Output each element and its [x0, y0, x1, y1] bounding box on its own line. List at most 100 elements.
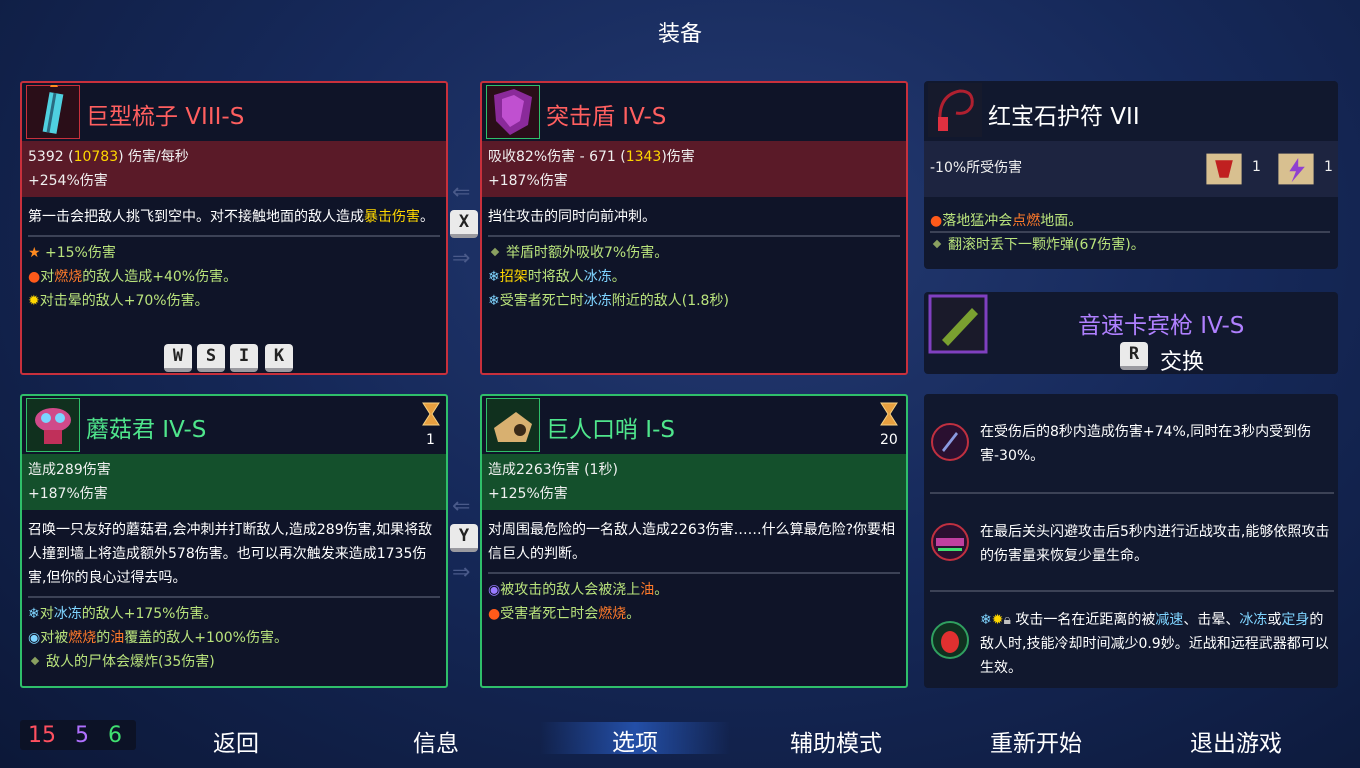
amulet-card[interactable]: 红宝石护符 VII -10%所受伤害 1 1 ●落地猛冲会点燃地面。 翻滚时丢下… [924, 81, 1338, 269]
bottom-menu: 返回 信息 选项 辅助模式 重新开始 退出游戏 [0, 704, 1360, 768]
info-button[interactable]: 信息 [356, 724, 516, 758]
bullet-icon [932, 239, 942, 249]
ruby-amulet-icon [928, 83, 982, 137]
skill-modifiers: ❄对冰冻的敌人+175%伤害。 ◉对被燃烧的油覆盖的敌人+100%伤害。 敌人的… [22, 598, 446, 678]
page-title: 装备 [657, 22, 702, 47]
modifier: ◉对被燃烧的油覆盖的敌人+100%伤害。 [28, 630, 288, 646]
weapon-description: 挡住攻击的同时向前冲刺。 [488, 209, 656, 225]
oil-icon: ◉ [28, 630, 41, 646]
backpack-card[interactable]: 音速卡宾枪 IV-S R 交换 [924, 292, 1338, 376]
dps-value: 5392 [28, 149, 64, 165]
mutation-text: 在受伤后的8秒内造成伤害+74%,同时在3秒内受到伤害-30%。 [980, 424, 1312, 464]
cooldown-value: 1 [426, 432, 435, 448]
weapon-name: 突击盾 IV-S [546, 104, 667, 130]
weapon-card-primary[interactable]: 巨型梳子 VIII-S 5392 (10783) 伤害/每秒 +254%伤害 第… [20, 81, 448, 375]
modifier: ❄招架时将敌人冰冻。 [488, 269, 626, 285]
swap-label[interactable]: 交换 [1160, 344, 1204, 376]
amulet-stat: -10%所受伤害 [930, 160, 1023, 176]
card-header: 蘑菇君 IV-S [22, 396, 446, 454]
modifier: 翻滚时丢下一颗炸弹(67伤害)。 [930, 233, 1332, 257]
dps-crit-value: 10783 [73, 149, 119, 165]
weapon-stats: 5392 (10783) 伤害/每秒 +254%伤害 [22, 141, 446, 197]
skill-name: 蘑菇君 IV-S [86, 417, 207, 443]
swap-key-r[interactable]: R [1120, 342, 1148, 370]
giant-comb-icon [26, 85, 80, 139]
lock-icon: 🔒︎ [1003, 612, 1011, 628]
modifier: ✹对击晕的敌人+70%伤害。 [28, 293, 209, 309]
modifier: 敌人的尸体会爆炸(35伤害) [28, 650, 440, 674]
mutation-icon [931, 523, 969, 561]
swap-key-y[interactable]: Y [450, 524, 478, 552]
bullet-icon [490, 247, 500, 257]
skill-name: 巨人口哨 I-S [546, 417, 675, 443]
skill-description: 召唤一只友好的蘑菇君,会冲刺并打断敌人,造成289伤害,如果将敌人撞到墙上将造成… [28, 522, 433, 586]
backpack-weapon-name: 音速卡宾枪 IV-S [1078, 313, 1245, 339]
modifier: ◉被攻击的敌人会被浇上油。 [488, 582, 669, 598]
modifier: ●对燃烧的敌人造成+40%伤害。 [28, 269, 238, 285]
mutation-icon [931, 423, 969, 461]
key-w: W [164, 344, 192, 372]
modifier: ★ +15%伤害 [28, 245, 116, 261]
amulet-modifiers: ●落地猛冲会点燃地面。 翻滚时丢下一颗炸弹(67伤害)。 [924, 205, 1338, 261]
restart-button[interactable]: 重新开始 [956, 724, 1116, 758]
fire-icon: ● [28, 269, 41, 285]
weapon-name: 巨型梳子 VIII-S [86, 104, 245, 130]
divider [930, 590, 1334, 592]
fire-icon: ● [930, 213, 943, 229]
swap-key-x[interactable]: X [450, 210, 478, 238]
mutation-item[interactable]: 在受伤后的8秒内造成伤害+74%,同时在3秒内受到伤害-30%。 [928, 420, 1338, 468]
scroll-count: 1 [1324, 159, 1333, 175]
oil-icon: ◉ [488, 582, 501, 598]
modifier: ❄对冰冻的敌人+175%伤害。 [28, 606, 218, 622]
key-k: K [265, 344, 293, 372]
ice-icon: ❄ [488, 269, 500, 285]
stun-icon: ✹ [28, 293, 40, 309]
mutation-item[interactable]: ❄✹🔒︎ 攻击一名在近距离的被减速、击晕、冰冻或定身的敌人时,技能冷却时间减少0… [928, 608, 1338, 680]
weapon-modifiers: ★ +15%伤害 ●对燃烧的敌人造成+40%伤害。 ✹对击晕的敌人+70%伤害。 [22, 237, 446, 317]
modifier: ●受害者死亡时会燃烧。 [488, 606, 641, 622]
weapon-card-secondary[interactable]: 突击盾 IV-S 吸收82%伤害 - 671 (1343)伤害 +187%伤害 … [480, 81, 908, 375]
skill-stats: 造成289伤害 +187%伤害 [22, 454, 446, 510]
skill-stats: 造成2263伤害 (1秒) +125%伤害 [482, 454, 906, 510]
weapon-modifiers: 举盾时额外吸收7%伤害。 ❄招架时将敌人冰冻。 ❄受害者死亡时冰冻附近的敌人(1… [482, 237, 906, 317]
ice-icon: ❄ [980, 612, 992, 628]
stun-icon: ✹ [991, 612, 1004, 628]
assist-mode-button[interactable]: 辅助模式 [756, 724, 916, 758]
mutation-text: ❄✹🔒︎ 攻击一名在近距离的被减速、击晕、冰冻或定身的敌人时,技能冷却时间减少0… [980, 612, 1329, 676]
ice-icon: ❄ [488, 293, 500, 309]
quit-game-button[interactable]: 退出游戏 [1156, 724, 1316, 758]
arrow-left-icon: ⇐ [452, 180, 471, 205]
modifier: ❄受害者死亡时冰冻附近的敌人(1.8秒) [488, 293, 729, 309]
damage-bonus: +254%伤害 [28, 173, 108, 189]
card-header: 巨型梳子 VIII-S [22, 83, 446, 141]
arrow-right-icon: ⇒ [452, 246, 471, 271]
star-icon: ★ [28, 245, 41, 261]
mutation-icon [931, 621, 969, 659]
divider [930, 492, 1334, 494]
arrow-left-icon: ⇐ [452, 494, 471, 519]
skill-modifiers: ◉被攻击的敌人会被浇上油。 ●受害者死亡时会燃烧。 [482, 574, 906, 630]
arrow-right-icon: ⇒ [452, 560, 471, 585]
modifier: ●落地猛冲会点燃地面。 [930, 213, 1083, 229]
hourglass-icon [880, 402, 898, 426]
dps-suffix: 伤害/每秒 [128, 149, 189, 165]
modifier: 举盾时额外吸收7%伤害。 [488, 241, 900, 265]
sonic-carbine-icon [928, 294, 988, 354]
weapon-stats: 吸收82%伤害 - 671 (1343)伤害 +187%伤害 [482, 141, 906, 197]
assault-shield-icon [486, 85, 540, 139]
mutation-text: 在最后关头闪避攻击后5秒内进行近战攻击,能够依照攻击的伤害量来恢复少量生命。 [980, 524, 1330, 564]
back-button[interactable]: 返回 [156, 724, 316, 758]
key-i: I [230, 344, 258, 372]
fire-icon: ● [488, 606, 501, 622]
scroll-count: 1 [1252, 159, 1261, 175]
skill-card-right[interactable]: 巨人口哨 I-S 20 造成2263伤害 (1秒) +125%伤害 对周围最危险… [480, 394, 908, 688]
giant-whistle-icon [486, 398, 540, 452]
tactics-scroll-icon [1278, 153, 1314, 185]
damage-bonus: +187%伤害 [488, 173, 568, 189]
card-header: 巨人口哨 I-S [482, 396, 906, 454]
skill-description: 对周围最危险的一名敌人造成2263伤害……什么算最危险?你要相信巨人的判断。 [488, 522, 896, 562]
skill-card-left[interactable]: 蘑菇君 IV-S 1 造成289伤害 +187%伤害 召唤一只友好的蘑菇君,会冲… [20, 394, 448, 688]
brutality-scroll-icon [1206, 153, 1242, 185]
mutation-item[interactable]: 在最后关头闪避攻击后5秒内进行近战攻击,能够依照攻击的伤害量来恢复少量生命。 [928, 520, 1338, 568]
options-button[interactable]: 选项 [540, 722, 730, 756]
